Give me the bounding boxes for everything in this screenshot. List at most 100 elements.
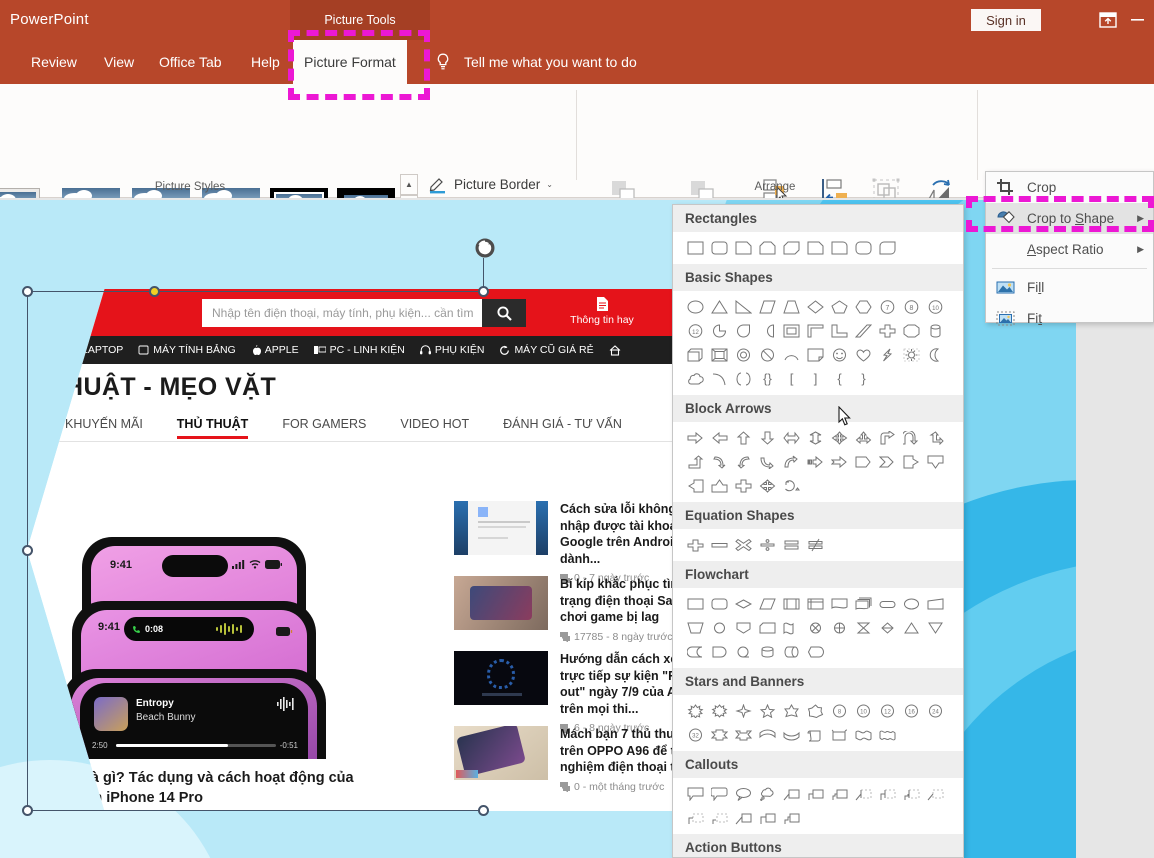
- shape-curved-left-arrow[interactable]: [731, 450, 755, 474]
- top-middle-handle[interactable]: [478, 286, 489, 297]
- shape-flowchart-punched-tape[interactable]: [779, 616, 803, 640]
- nav-item-apple[interactable]: APPLE: [251, 344, 299, 356]
- shape-diagonal-stripe[interactable]: [851, 319, 875, 343]
- shape-flowchart-connector[interactable]: [707, 616, 731, 640]
- shape-left-brace[interactable]: {: [827, 367, 851, 391]
- shape-multiply[interactable]: [731, 533, 755, 557]
- shape-right-triangle[interactable]: [731, 295, 755, 319]
- shape-quad-arrow[interactable]: [827, 426, 851, 450]
- shape-dodecagon[interactable]: 12: [683, 319, 707, 343]
- website-tab-for-gamers[interactable]: FOR GAMERS: [282, 417, 366, 431]
- shape-wave[interactable]: [851, 723, 875, 747]
- shape-smiley-face[interactable]: [827, 343, 851, 367]
- sign-in-button[interactable]: Sign in: [971, 9, 1041, 31]
- shape-cloud-callout[interactable]: [755, 782, 779, 806]
- website-tab-danh-gia[interactable]: ĐÁNH GIÁ - TƯ VẤN: [503, 417, 622, 431]
- shape-flowchart-collate[interactable]: [851, 616, 875, 640]
- shape-flowchart-or[interactable]: [827, 616, 851, 640]
- bottom-left-handle[interactable]: [22, 805, 33, 816]
- nav-item-pc[interactable]: PC - LINH KIỆN: [314, 344, 405, 356]
- shape-lightning-bolt[interactable]: [875, 343, 899, 367]
- shape-up-arrow-callout[interactable]: [707, 474, 731, 498]
- shape-equal[interactable]: [779, 533, 803, 557]
- shape-double-bracket[interactable]: [731, 367, 755, 391]
- shape-snip-diagonal-corner[interactable]: [779, 236, 803, 260]
- shape-round-diagonal-corner[interactable]: [875, 236, 899, 260]
- shape-line-callout-3-border-accent[interactable]: [779, 806, 803, 830]
- shape-flowchart-extract[interactable]: [899, 616, 923, 640]
- shape-trapezoid[interactable]: [779, 295, 803, 319]
- shape-minus[interactable]: [707, 533, 731, 557]
- shapes-row-callouts[interactable]: [673, 778, 963, 834]
- shape-flowchart-multidocument[interactable]: [851, 592, 875, 616]
- tab-office-tab[interactable]: Office Tab: [148, 40, 233, 84]
- shape-flowchart-summing-junction[interactable]: [803, 616, 827, 640]
- shape-cylinder[interactable]: [923, 319, 947, 343]
- menu-item-fill[interactable]: Fill: [986, 272, 1153, 303]
- shape-flowchart-merge[interactable]: [923, 616, 947, 640]
- shape-regular-octagon[interactable]: [899, 319, 923, 343]
- shape-flowchart-stored-data[interactable]: [683, 640, 707, 664]
- shape-snip-same-side-corner[interactable]: [755, 236, 779, 260]
- website-search-input[interactable]: Nhập tên điện thoại, máy tính, phụ kiện.…: [202, 299, 482, 327]
- shape-heart[interactable]: [851, 343, 875, 367]
- shape-notched-right-arrow[interactable]: [827, 450, 851, 474]
- shape-star-8-point[interactable]: 8: [827, 699, 851, 723]
- website-tab-thu-thuat[interactable]: THỦ THUẬT: [177, 417, 249, 431]
- shape-u-turn-arrow[interactable]: [899, 426, 923, 450]
- shape-pentagon[interactable]: [827, 295, 851, 319]
- shape-down-ribbon[interactable]: [731, 723, 755, 747]
- shape-cube[interactable]: [683, 343, 707, 367]
- shape-line-callout-1-accent[interactable]: [851, 782, 875, 806]
- menu-item-crop-to-shape[interactable]: Crop to Shape ▶: [986, 203, 1153, 234]
- shape-flowchart-manual-operation[interactable]: [683, 616, 707, 640]
- shapes-row-flowchart[interactable]: [673, 588, 963, 668]
- shape-teardrop[interactable]: [731, 319, 755, 343]
- shape-circular-arrow[interactable]: [779, 474, 803, 498]
- shape-left-arrow[interactable]: [707, 426, 731, 450]
- shape-curve[interactable]: [707, 367, 731, 391]
- shape-left-up-arrow[interactable]: [923, 426, 947, 450]
- shape-flowchart-direct-access[interactable]: [779, 640, 803, 664]
- shape-octagon[interactable]: 8: [899, 295, 923, 319]
- shape-line-callout-2[interactable]: [803, 782, 827, 806]
- shape-star-24-point[interactable]: 24: [923, 699, 947, 723]
- shape-pie[interactable]: [707, 319, 731, 343]
- shape-flowchart-display[interactable]: [803, 640, 827, 664]
- shape-chevron[interactable]: [875, 450, 899, 474]
- menu-item-fit[interactable]: Fit: [986, 303, 1153, 334]
- shape-decagon[interactable]: 10: [923, 295, 947, 319]
- shape-right-arrow[interactable]: [683, 426, 707, 450]
- nav-item-home[interactable]: [609, 345, 621, 356]
- shape-pentagon-arrow[interactable]: [851, 450, 875, 474]
- shape-star-4-point[interactable]: [731, 699, 755, 723]
- tab-review[interactable]: Review: [20, 40, 88, 84]
- crop-dropdown-menu[interactable]: Crop Crop to Shape ▶ Aspect Ratio ▶: [985, 171, 1154, 323]
- shape-line-callout-3[interactable]: [827, 782, 851, 806]
- ribbon-display-options-icon[interactable]: [1097, 10, 1119, 30]
- shape-cross-arrow[interactable]: [731, 474, 755, 498]
- menu-item-aspect-ratio[interactable]: Aspect Ratio ▶: [986, 234, 1153, 265]
- shape-flowchart-document[interactable]: [827, 592, 851, 616]
- tab-help[interactable]: Help: [240, 40, 291, 84]
- website-tab-khuyen-mai[interactable]: KHUYẾN MÃI: [65, 417, 143, 431]
- shapes-row-equation[interactable]: [673, 529, 963, 561]
- shape-double-brace[interactable]: {}: [755, 367, 779, 391]
- nav-item-used-devices[interactable]: MÁY CŨ GIÁ RẺ: [499, 344, 593, 356]
- shape-left-arrow-callout[interactable]: [683, 474, 707, 498]
- shape-line-callout-2-no-border[interactable]: [683, 806, 707, 830]
- shape-flowchart-predefined-process[interactable]: [779, 592, 803, 616]
- shape-flowchart-alternate-process[interactable]: [707, 592, 731, 616]
- shape-up-down-arrow[interactable]: [803, 426, 827, 450]
- shapes-row-rectangles[interactable]: [673, 232, 963, 264]
- shape-isosceles-triangle[interactable]: [707, 295, 731, 319]
- shape-star-12-point[interactable]: 12: [875, 699, 899, 723]
- shapes-row-block-arrows[interactable]: [673, 422, 963, 502]
- shape-l-shape[interactable]: [827, 319, 851, 343]
- shape-snip-and-round-corner[interactable]: [803, 236, 827, 260]
- shape-right-brace[interactable]: }: [851, 367, 875, 391]
- shape-star-5-point[interactable]: [755, 699, 779, 723]
- shape-flowchart-magnetic-disk[interactable]: [755, 640, 779, 664]
- shapes-row-stars[interactable]: 8 10 12 16 24 32: [673, 695, 963, 751]
- shape-flowchart-sequential-access[interactable]: [731, 640, 755, 664]
